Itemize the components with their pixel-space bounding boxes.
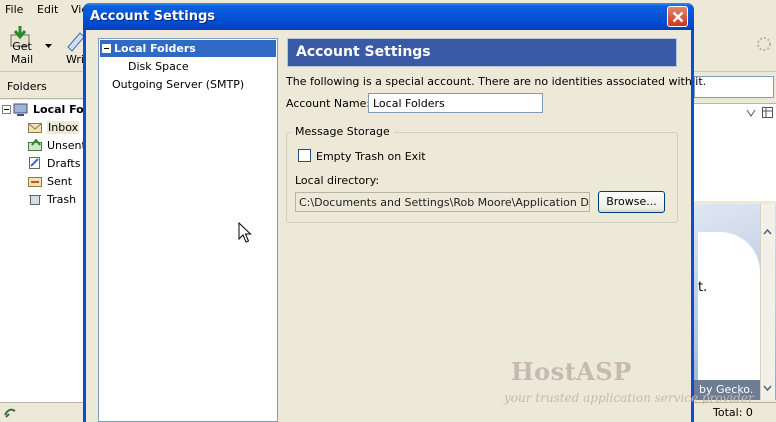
online-status-icon[interactable]	[3, 405, 17, 419]
folders-header: Folders	[0, 73, 84, 99]
outbox-icon	[28, 139, 42, 151]
folder-label: Drafts	[47, 157, 81, 170]
panel-title: Account Settings	[296, 44, 431, 60]
get-mail-dropdown-icon[interactable]	[45, 44, 53, 50]
folder-pane: Local Fold Inbox Unsent Drafts Sent Tras…	[0, 100, 95, 402]
local-directory-label: Local directory:	[295, 174, 380, 187]
get-mail-button[interactable]: Get Mail	[2, 23, 52, 68]
folder-label: Inbox	[47, 121, 80, 134]
throbber-icon	[757, 37, 771, 51]
watermark-subtitle: your trusted application service provide…	[504, 391, 754, 405]
account-settings-dialog: Account Settings Local Folders Disk Spac…	[83, 3, 754, 422]
folder-label: Sent	[47, 175, 73, 188]
preview-text-fragment: t.	[698, 280, 708, 295]
folder-label: Unsent	[47, 139, 86, 152]
drafts-icon	[29, 157, 40, 169]
get-mail-label: Get Mail	[10, 40, 34, 66]
close-icon	[672, 11, 684, 23]
empty-trash-label[interactable]: Empty Trash on Exit	[316, 150, 426, 163]
preview-scrollbar[interactable]	[760, 204, 775, 400]
empty-trash-checkbox[interactable]	[298, 149, 311, 162]
menu-file[interactable]: File	[5, 3, 23, 16]
tree-collapse-icon[interactable]	[102, 44, 111, 53]
mouse-cursor-icon	[238, 222, 252, 243]
scroll-down-icon[interactable]	[761, 382, 774, 395]
folders-header-label: Folders	[7, 80, 47, 93]
scroll-up-icon[interactable]	[761, 226, 774, 239]
message-storage-title: Message Storage	[291, 125, 394, 138]
browse-button[interactable]: Browse...	[598, 191, 665, 213]
close-button[interactable]	[667, 6, 688, 27]
write-button[interactable]: Wri	[62, 23, 85, 68]
account-description: The following is a special account. Ther…	[286, 75, 707, 88]
tree-collapse-icon[interactable]	[2, 105, 11, 114]
tree-item-label: Disk Space	[128, 60, 189, 73]
local-directory-field[interactable]: C:\Documents and Settings\Rob Moore\Appl…	[295, 192, 590, 212]
trash-icon	[29, 195, 41, 205]
start-page-panel: t.	[698, 232, 760, 382]
sent-icon	[28, 177, 42, 187]
tree-item-local-folders[interactable]: Local Folders	[100, 40, 276, 57]
computer-icon	[13, 103, 28, 116]
status-total: Total: 0	[713, 406, 753, 419]
tree-item-label: Outgoing Server (SMTP)	[112, 78, 245, 91]
dialog-title: Account Settings	[90, 9, 216, 24]
dialog-body: Local Folders Disk Space Outgoing Server…	[86, 30, 754, 422]
watermark: HostASP your trusted application service…	[504, 357, 754, 417]
thread-list[interactable]	[692, 103, 776, 201]
menu-edit[interactable]: Edit	[37, 3, 58, 16]
account-name-label: Account Name:	[286, 97, 371, 110]
watermark-title: HostASP	[511, 357, 632, 386]
dialog-title-bar[interactable]: Account Settings	[83, 3, 694, 30]
account-name-input[interactable]: Local Folders	[368, 93, 543, 113]
panel-header: Account Settings	[287, 38, 677, 67]
column-picker-icon[interactable]	[762, 107, 774, 119]
tree-item-label: Local Folders	[114, 42, 196, 55]
inbox-icon	[28, 123, 42, 133]
sort-icon[interactable]	[746, 108, 756, 118]
folder-label: Trash	[47, 193, 77, 206]
